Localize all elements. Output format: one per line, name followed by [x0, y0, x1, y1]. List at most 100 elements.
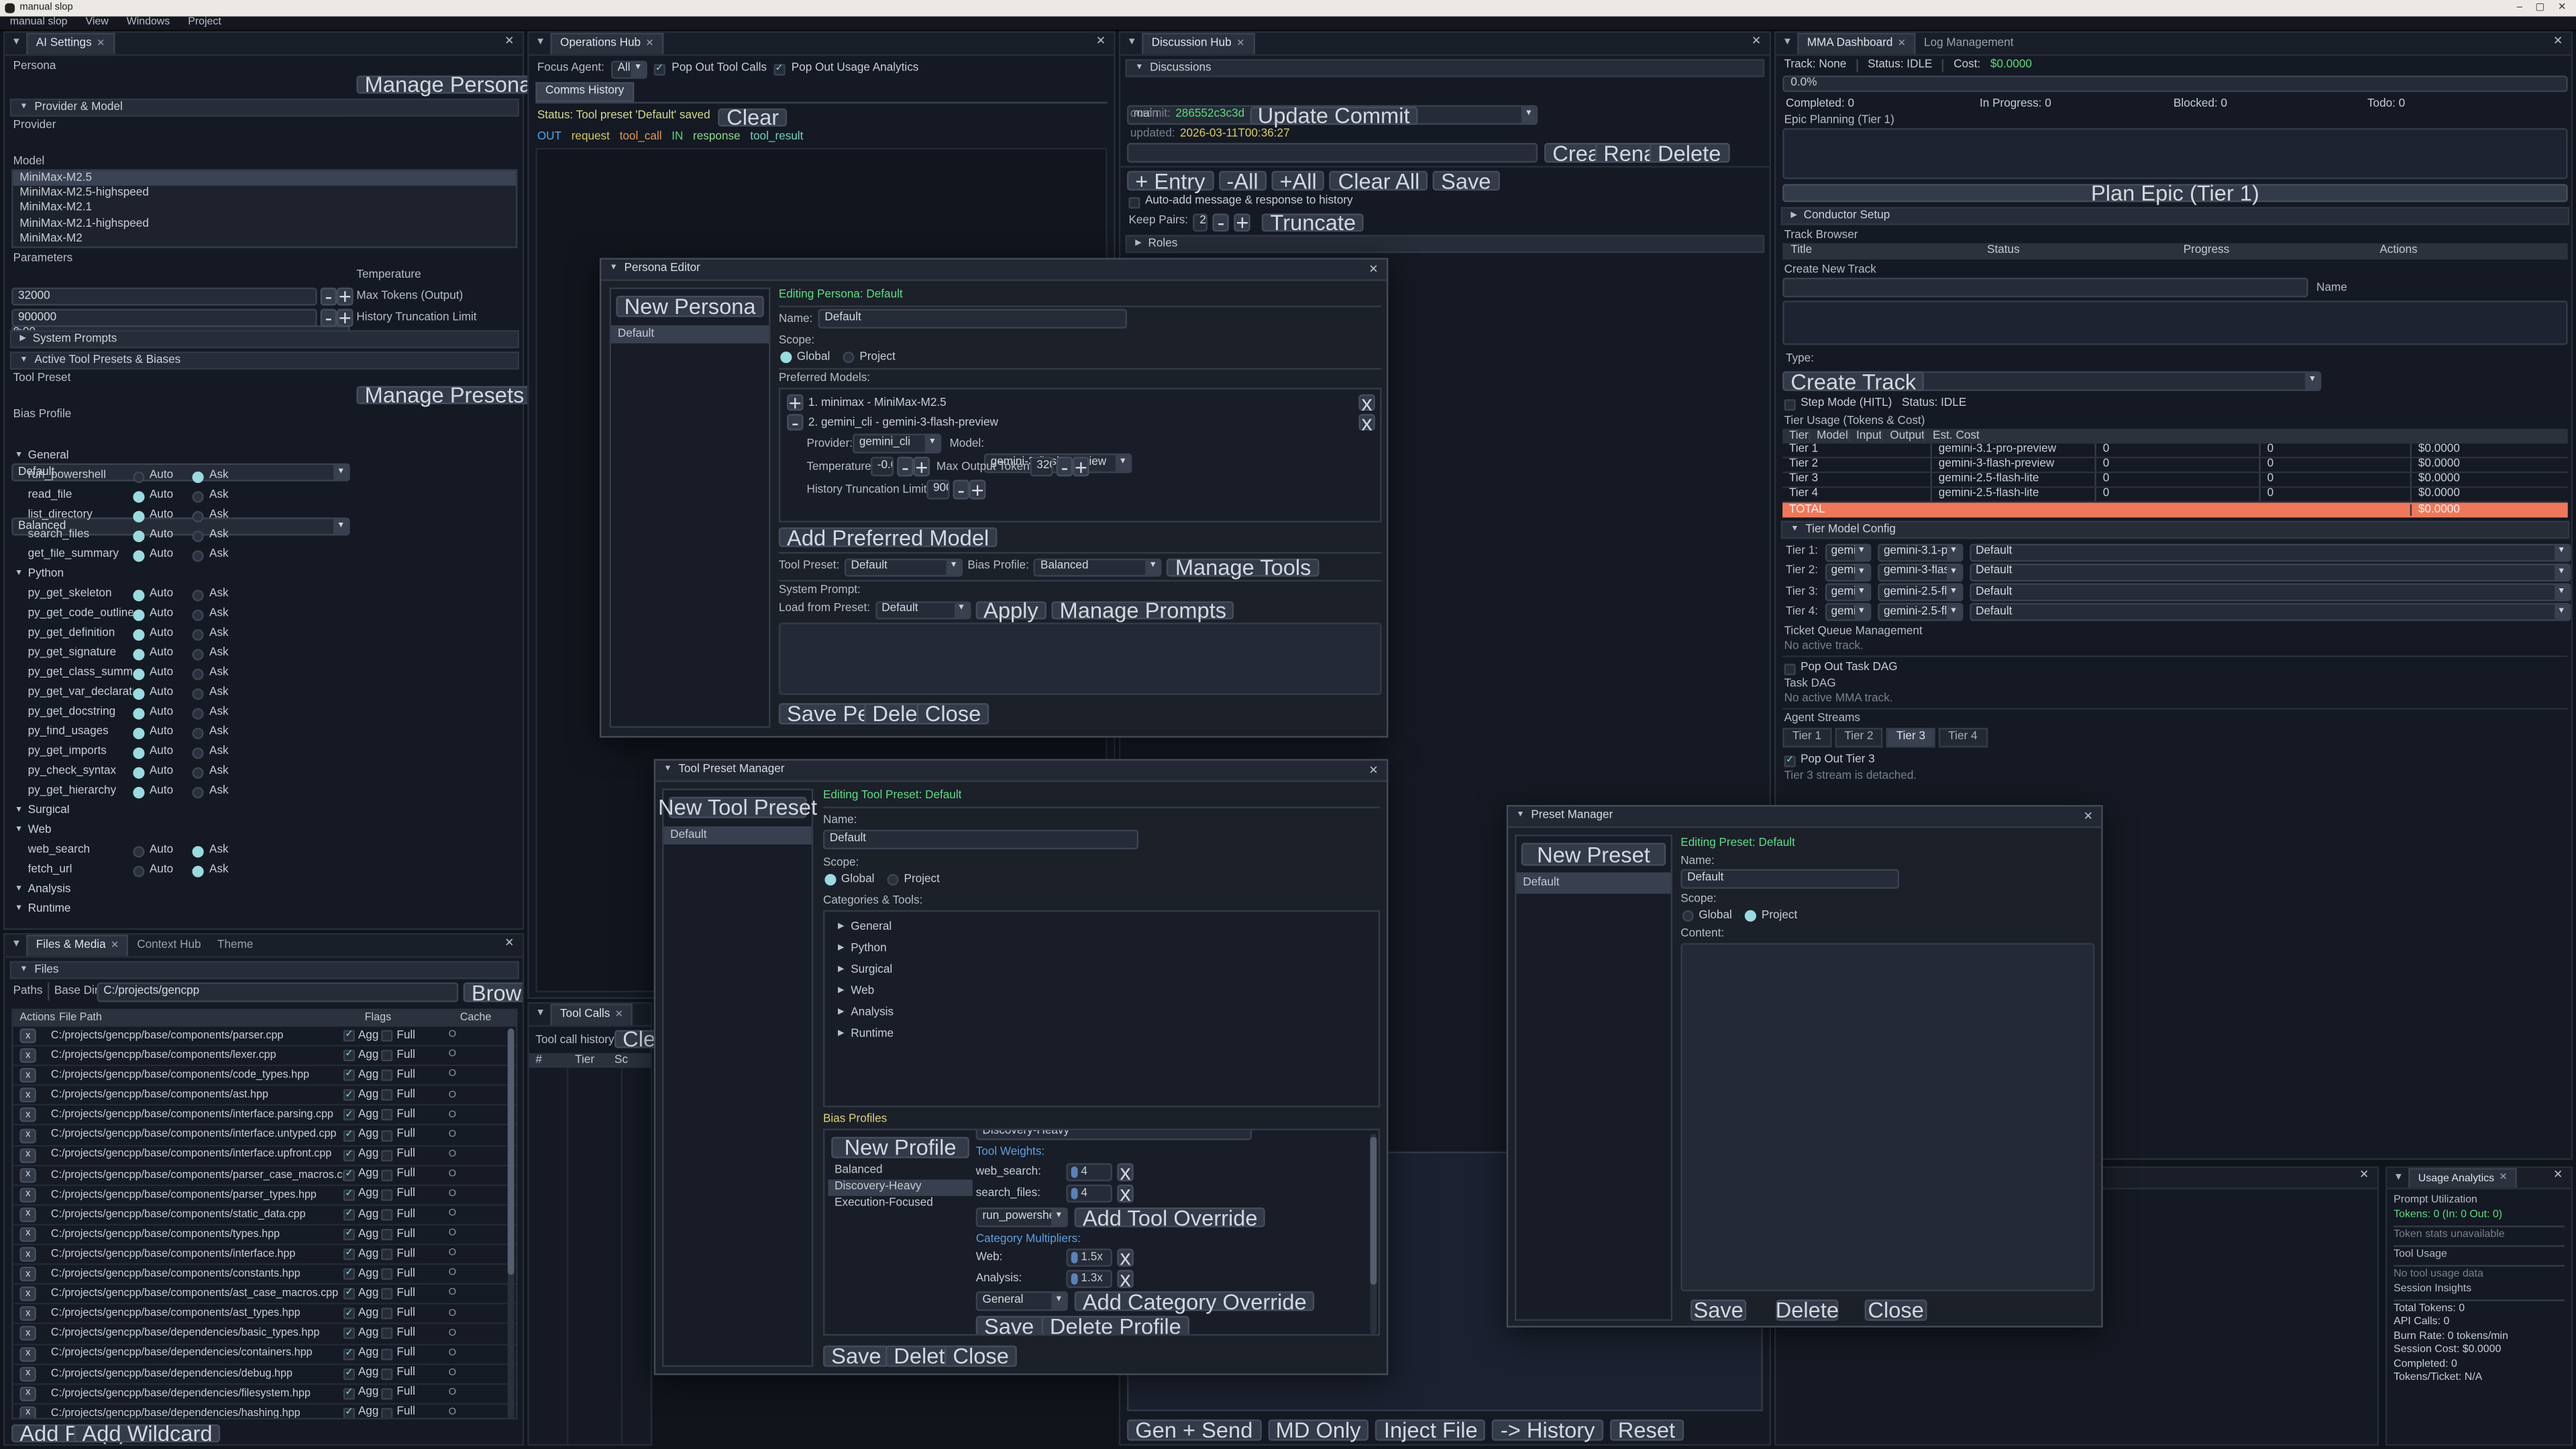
max-tokens-decrement-button[interactable]: -	[321, 288, 337, 306]
weight-input[interactable]: 4	[1066, 1185, 1112, 1203]
tab-close-icon[interactable]: ✕	[615, 1010, 623, 1020]
file-table-scrollbar[interactable]	[508, 1028, 515, 1419]
agg-checkbox[interactable]	[343, 1269, 355, 1280]
close-preset-button[interactable]: Close	[1865, 1299, 1927, 1321]
tier-model-select[interactable]: gemini-2.5-flash-lite▼	[1877, 604, 1962, 622]
full-checkbox[interactable]	[382, 1308, 393, 1320]
load-from-preset-select[interactable]: Default▼	[875, 600, 970, 619]
bias-profile-item[interactable]: Balanced	[828, 1163, 973, 1179]
close-icon[interactable]: ✕	[2558, 3, 2566, 13]
remove-multiplier-button[interactable]: x	[1117, 1248, 1133, 1267]
category-row[interactable]: ▶Python	[824, 938, 1378, 959]
keep-pairs-input[interactable]: 2	[1193, 213, 1208, 231]
ask-radio[interactable]	[193, 747, 205, 758]
clear-status-button[interactable]: Clear	[718, 107, 788, 125]
category-caret-icon[interactable]: ▼	[15, 886, 28, 895]
auto-radio[interactable]	[133, 629, 144, 640]
model-option[interactable]: MiniMax-M2.1	[13, 201, 516, 217]
model-option[interactable]: MiniMax-M2.5-highspeed	[13, 186, 516, 201]
remove-file-button[interactable]: x	[19, 1287, 36, 1301]
category-override-select[interactable]: General▼	[976, 1291, 1068, 1311]
discussion-action-button[interactable]: MD Only	[1267, 1419, 1368, 1441]
menu-item[interactable]: Project	[188, 17, 221, 29]
temp-decrement-button[interactable]: -	[897, 457, 913, 476]
tool-tree-row[interactable]: ▼ py_check_syntax Auto Ask	[5, 762, 522, 782]
full-checkbox[interactable]	[382, 1209, 393, 1220]
auto-radio[interactable]	[133, 707, 144, 718]
stream-tab[interactable]: Tier 3	[1886, 728, 1935, 747]
full-checkbox[interactable]	[382, 1269, 393, 1280]
delete-profile-button[interactable]: Delete Profile	[1042, 1316, 1189, 1336]
ask-radio[interactable]	[193, 471, 205, 482]
remove-file-button[interactable]: x	[19, 1088, 36, 1103]
tool-tree-row[interactable]: ▼ py_get_signature Auto Ask	[5, 644, 522, 663]
model1-expand-button[interactable]: +	[787, 394, 803, 411]
menu-item[interactable]: manual slop	[10, 17, 68, 29]
tool-tree-row[interactable]: ▼ py_get_definition Auto Ask	[5, 625, 522, 644]
agg-checkbox[interactable]	[343, 1229, 355, 1240]
remove-model2-button[interactable]: x	[1358, 414, 1375, 430]
remove-file-button[interactable]: x	[19, 1049, 36, 1063]
tab-files-media[interactable]: Files & Media✕	[26, 934, 129, 956]
history-limit-input[interactable]: 900000	[926, 480, 949, 499]
tab-log-management[interactable]: Log Management	[1916, 33, 2022, 54]
active-tool-presets-section[interactable]: ▼Active Tool Presets & Biases	[10, 352, 519, 370]
stream-tab[interactable]: Tier 1	[1782, 728, 1831, 747]
tool-tree-row[interactable]: ▼ Web Auto Ask	[5, 821, 522, 841]
tier-provider-select[interactable]: gemini▼	[1825, 604, 1871, 622]
tier-preset-select[interactable]: Default▼	[1969, 584, 2570, 602]
remove-file-button[interactable]: x	[19, 1208, 36, 1222]
tab-close-icon[interactable]: ✕	[1236, 39, 1244, 50]
model-option[interactable]: MiniMax-M2.1-highspeed	[13, 217, 516, 232]
discussion-action-button[interactable]: Inject File	[1376, 1419, 1486, 1441]
panel-close-icon[interactable]: ✕	[2553, 36, 2563, 49]
update-commit-button[interactable]: Update Commit	[1250, 106, 1418, 124]
tier-provider-select[interactable]: gemini▼	[1825, 543, 1871, 561]
collapse-panel-icon[interactable]: ▼	[535, 1009, 545, 1020]
model2-collapse-button[interactable]: -	[787, 414, 803, 430]
entry-button[interactable]: -All	[1218, 171, 1267, 191]
keep-pairs-decrement-button[interactable]: -	[1213, 213, 1229, 231]
full-checkbox[interactable]	[382, 1070, 393, 1081]
tool-tree-row[interactable]: ▼ py_get_var_declarations Auto Ask	[5, 684, 522, 703]
category-caret-icon[interactable]: ▼	[15, 826, 28, 835]
new-persona-button[interactable]: New Persona	[616, 296, 763, 317]
tool-tree-row[interactable]: ▼ get_file_summary Auto Ask	[5, 545, 522, 565]
full-checkbox[interactable]	[382, 1348, 393, 1360]
panel-close-icon[interactable]: ✕	[2359, 1170, 2369, 1183]
delete-discussion-button[interactable]: Delete	[1650, 143, 1729, 162]
remove-file-button[interactable]: x	[19, 1108, 36, 1123]
tool-tree-row[interactable]: ▼ Python Auto Ask	[5, 565, 522, 584]
save-preset-button[interactable]: Save	[1690, 1299, 1746, 1321]
history-limit-decrement-button[interactable]: -	[321, 309, 337, 327]
popout-tool-calls-checkbox[interactable]	[653, 63, 665, 74]
max-tokens-increment-button[interactable]: +	[337, 288, 353, 306]
auto-radio[interactable]	[133, 865, 144, 876]
files-section[interactable]: ▼Files	[10, 961, 519, 979]
auto-radio[interactable]	[133, 668, 144, 680]
tool-tree-row[interactable]: ▼ py_get_hierarchy Auto Ask	[5, 782, 522, 802]
save-tool-preset-button[interactable]: Save	[823, 1346, 890, 1367]
tier-model-select[interactable]: gemini-2.5-flash-lite▼	[1877, 584, 1962, 602]
tool-tree-row[interactable]: ▼ py_get_docstring Auto Ask	[5, 703, 522, 722]
tab-close-icon[interactable]: ✕	[1898, 39, 1906, 50]
discussion-action-button[interactable]: Gen + Send	[1127, 1419, 1261, 1441]
tool-tree-row[interactable]: ▼ fetch_url Auto Ask	[5, 861, 522, 880]
tab-discussion-hub[interactable]: Discussion Hub✕	[1142, 33, 1254, 54]
remove-weight-button[interactable]: x	[1117, 1185, 1133, 1203]
agg-checkbox[interactable]	[343, 1328, 355, 1340]
agg-checkbox[interactable]	[343, 1149, 355, 1161]
collapse-panel-icon[interactable]: ▼	[11, 38, 21, 49]
ask-radio[interactable]	[193, 608, 205, 620]
bias-profile-item[interactable]: Discovery-Heavy	[828, 1179, 973, 1195]
manage-personas-button[interactable]: Manage Personas	[356, 76, 550, 94]
track-name-input[interactable]	[1782, 278, 2308, 297]
manage-prompts-button[interactable]: Manage Prompts	[1051, 600, 1234, 619]
modal-close-icon[interactable]: ✕	[1368, 765, 1378, 778]
remove-weight-button[interactable]: x	[1117, 1163, 1133, 1181]
ask-radio[interactable]	[193, 688, 205, 699]
remove-file-button[interactable]: x	[19, 1307, 36, 1322]
auto-radio[interactable]	[133, 510, 144, 521]
auto-radio[interactable]	[133, 549, 144, 561]
base-dir-input[interactable]: C:/projects/gencpp	[97, 982, 458, 1002]
